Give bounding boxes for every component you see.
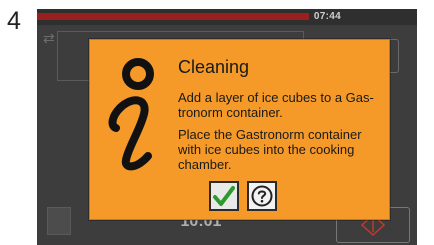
cleaning-dialog: Cleaning Add a layer of ice cubes to a G… [89,39,390,220]
confirm-button[interactable] [209,181,239,211]
info-icon [104,56,170,181]
background-bottom-left-button [47,207,71,235]
step-number: 4 [7,7,21,35]
rotate-icon: ⇄ [43,30,55,46]
question-mark-icon [251,185,273,207]
dialog-instruction-2: Place the Gastronorm container with ice … [178,127,362,172]
status-bar: 07:44 [37,9,417,25]
dialog-title: Cleaning [178,57,250,77]
status-progress-bar [37,13,309,20]
help-button[interactable] [247,181,277,211]
checkmark-icon [213,186,235,206]
dialog-instruction-1: Add a layer of ice cubes to a Gas-tronor… [178,90,374,120]
status-time: 07:44 [313,11,341,22]
